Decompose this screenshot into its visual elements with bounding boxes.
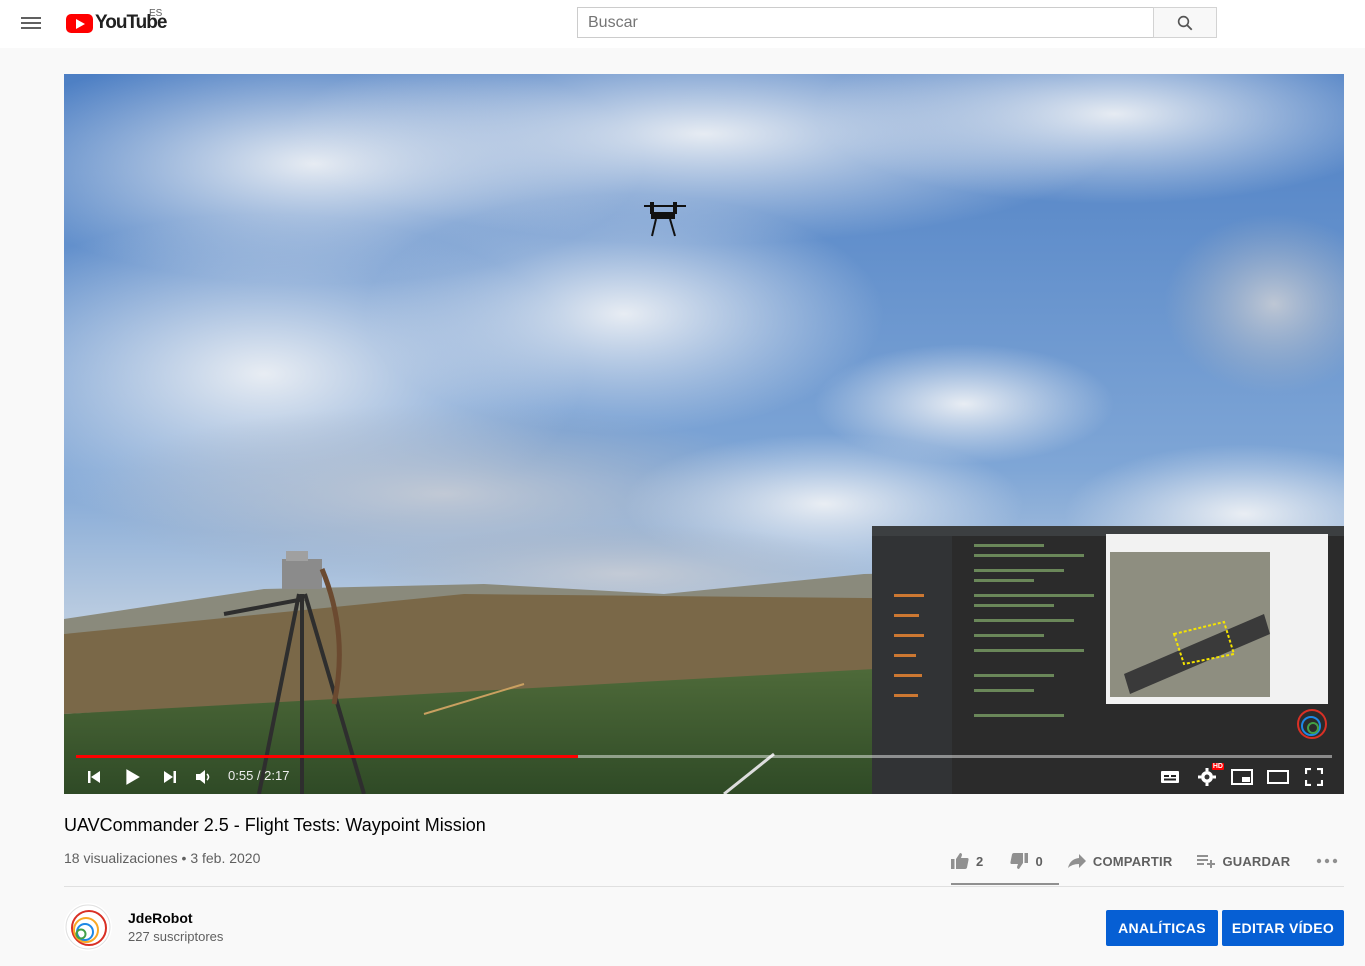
video-title: UAVCommander 2.5 - Flight Tests: Waypoin… <box>64 815 486 835</box>
meta-separator: • <box>181 850 187 866</box>
subtitles-icon <box>1161 771 1179 783</box>
fullscreen-icon <box>1305 768 1323 786</box>
mute-button[interactable] <box>190 765 216 789</box>
search-button[interactable] <box>1153 7 1217 38</box>
theater-mode-button[interactable] <box>1265 765 1291 789</box>
play-icon <box>126 769 140 785</box>
youtube-play-icon <box>66 13 93 33</box>
jderobot-logo-icon <box>65 904 111 950</box>
like-count: 2 <box>976 853 984 869</box>
skip-previous-icon <box>88 771 100 783</box>
miniplayer-button[interactable] <box>1229 765 1255 789</box>
video-frame <box>64 74 1344 794</box>
upload-date: 3 feb. 2020 <box>190 850 261 866</box>
view-count: 18 visualizaciones <box>64 850 178 866</box>
subtitles-button[interactable] <box>1157 765 1183 789</box>
search-icon <box>1177 15 1193 30</box>
miniplayer-icon <box>1231 769 1253 785</box>
more-horizontal-icon <box>1317 858 1338 864</box>
channel-name[interactable]: JdeRobot <box>128 910 193 926</box>
skip-next-icon <box>164 771 176 783</box>
dislike-count: 0 <box>1035 853 1043 869</box>
video-actions: 2 0 COMPARTIR GUARDAR <box>950 846 1338 876</box>
channel-avatar[interactable] <box>64 903 112 951</box>
player-controls: 0:55 / 2:17 HD <box>64 760 1344 794</box>
save-label: GUARDAR <box>1222 853 1291 869</box>
sentiment-bar <box>951 883 1059 885</box>
previous-button[interactable] <box>81 765 107 789</box>
share-label: COMPARTIR <box>1092 853 1173 869</box>
video-player[interactable]: 0:55 / 2:17 HD <box>64 74 1344 794</box>
youtube-logo[interactable]: YouTube ES <box>66 8 167 35</box>
progress-bar[interactable] <box>76 755 1332 758</box>
theater-icon <box>1267 770 1289 784</box>
analytics-button[interactable]: ANALÍTICAS <box>1106 910 1218 946</box>
playlist-add-icon <box>1197 855 1216 868</box>
like-button[interactable]: 2 <box>950 846 983 876</box>
volume-icon <box>196 770 210 784</box>
save-button[interactable]: GUARDAR <box>1196 846 1290 876</box>
search-input[interactable] <box>577 7 1153 38</box>
thumbs-down-icon <box>1010 853 1029 869</box>
edit-video-button[interactable]: EDITAR VÍDEO <box>1222 910 1344 946</box>
guide-menu-icon[interactable] <box>19 14 43 34</box>
progress-played <box>76 755 579 758</box>
play-button[interactable] <box>119 765 145 789</box>
gear-icon <box>1198 768 1216 786</box>
settings-button[interactable]: HD <box>1194 763 1224 789</box>
country-code: ES <box>149 8 163 19</box>
video-meta: 18 visualizaciones • 3 feb. 2020 <box>64 850 260 866</box>
more-actions-button[interactable] <box>1316 846 1338 876</box>
share-button[interactable]: COMPARTIR <box>1067 846 1173 876</box>
dislike-button[interactable]: 0 <box>1009 846 1043 876</box>
share-icon <box>1067 854 1086 868</box>
time-display: 0:55 / 2:17 <box>228 768 290 783</box>
thumbs-up-icon <box>951 853 969 869</box>
subscriber-count: 227 suscriptores <box>128 929 224 944</box>
masthead: YouTube ES <box>0 0 1365 48</box>
hd-badge: HD <box>1211 763 1224 770</box>
next-button[interactable] <box>157 765 183 789</box>
fullscreen-button[interactable] <box>1301 765 1327 789</box>
search-box <box>577 7 1217 38</box>
divider <box>64 886 1344 887</box>
